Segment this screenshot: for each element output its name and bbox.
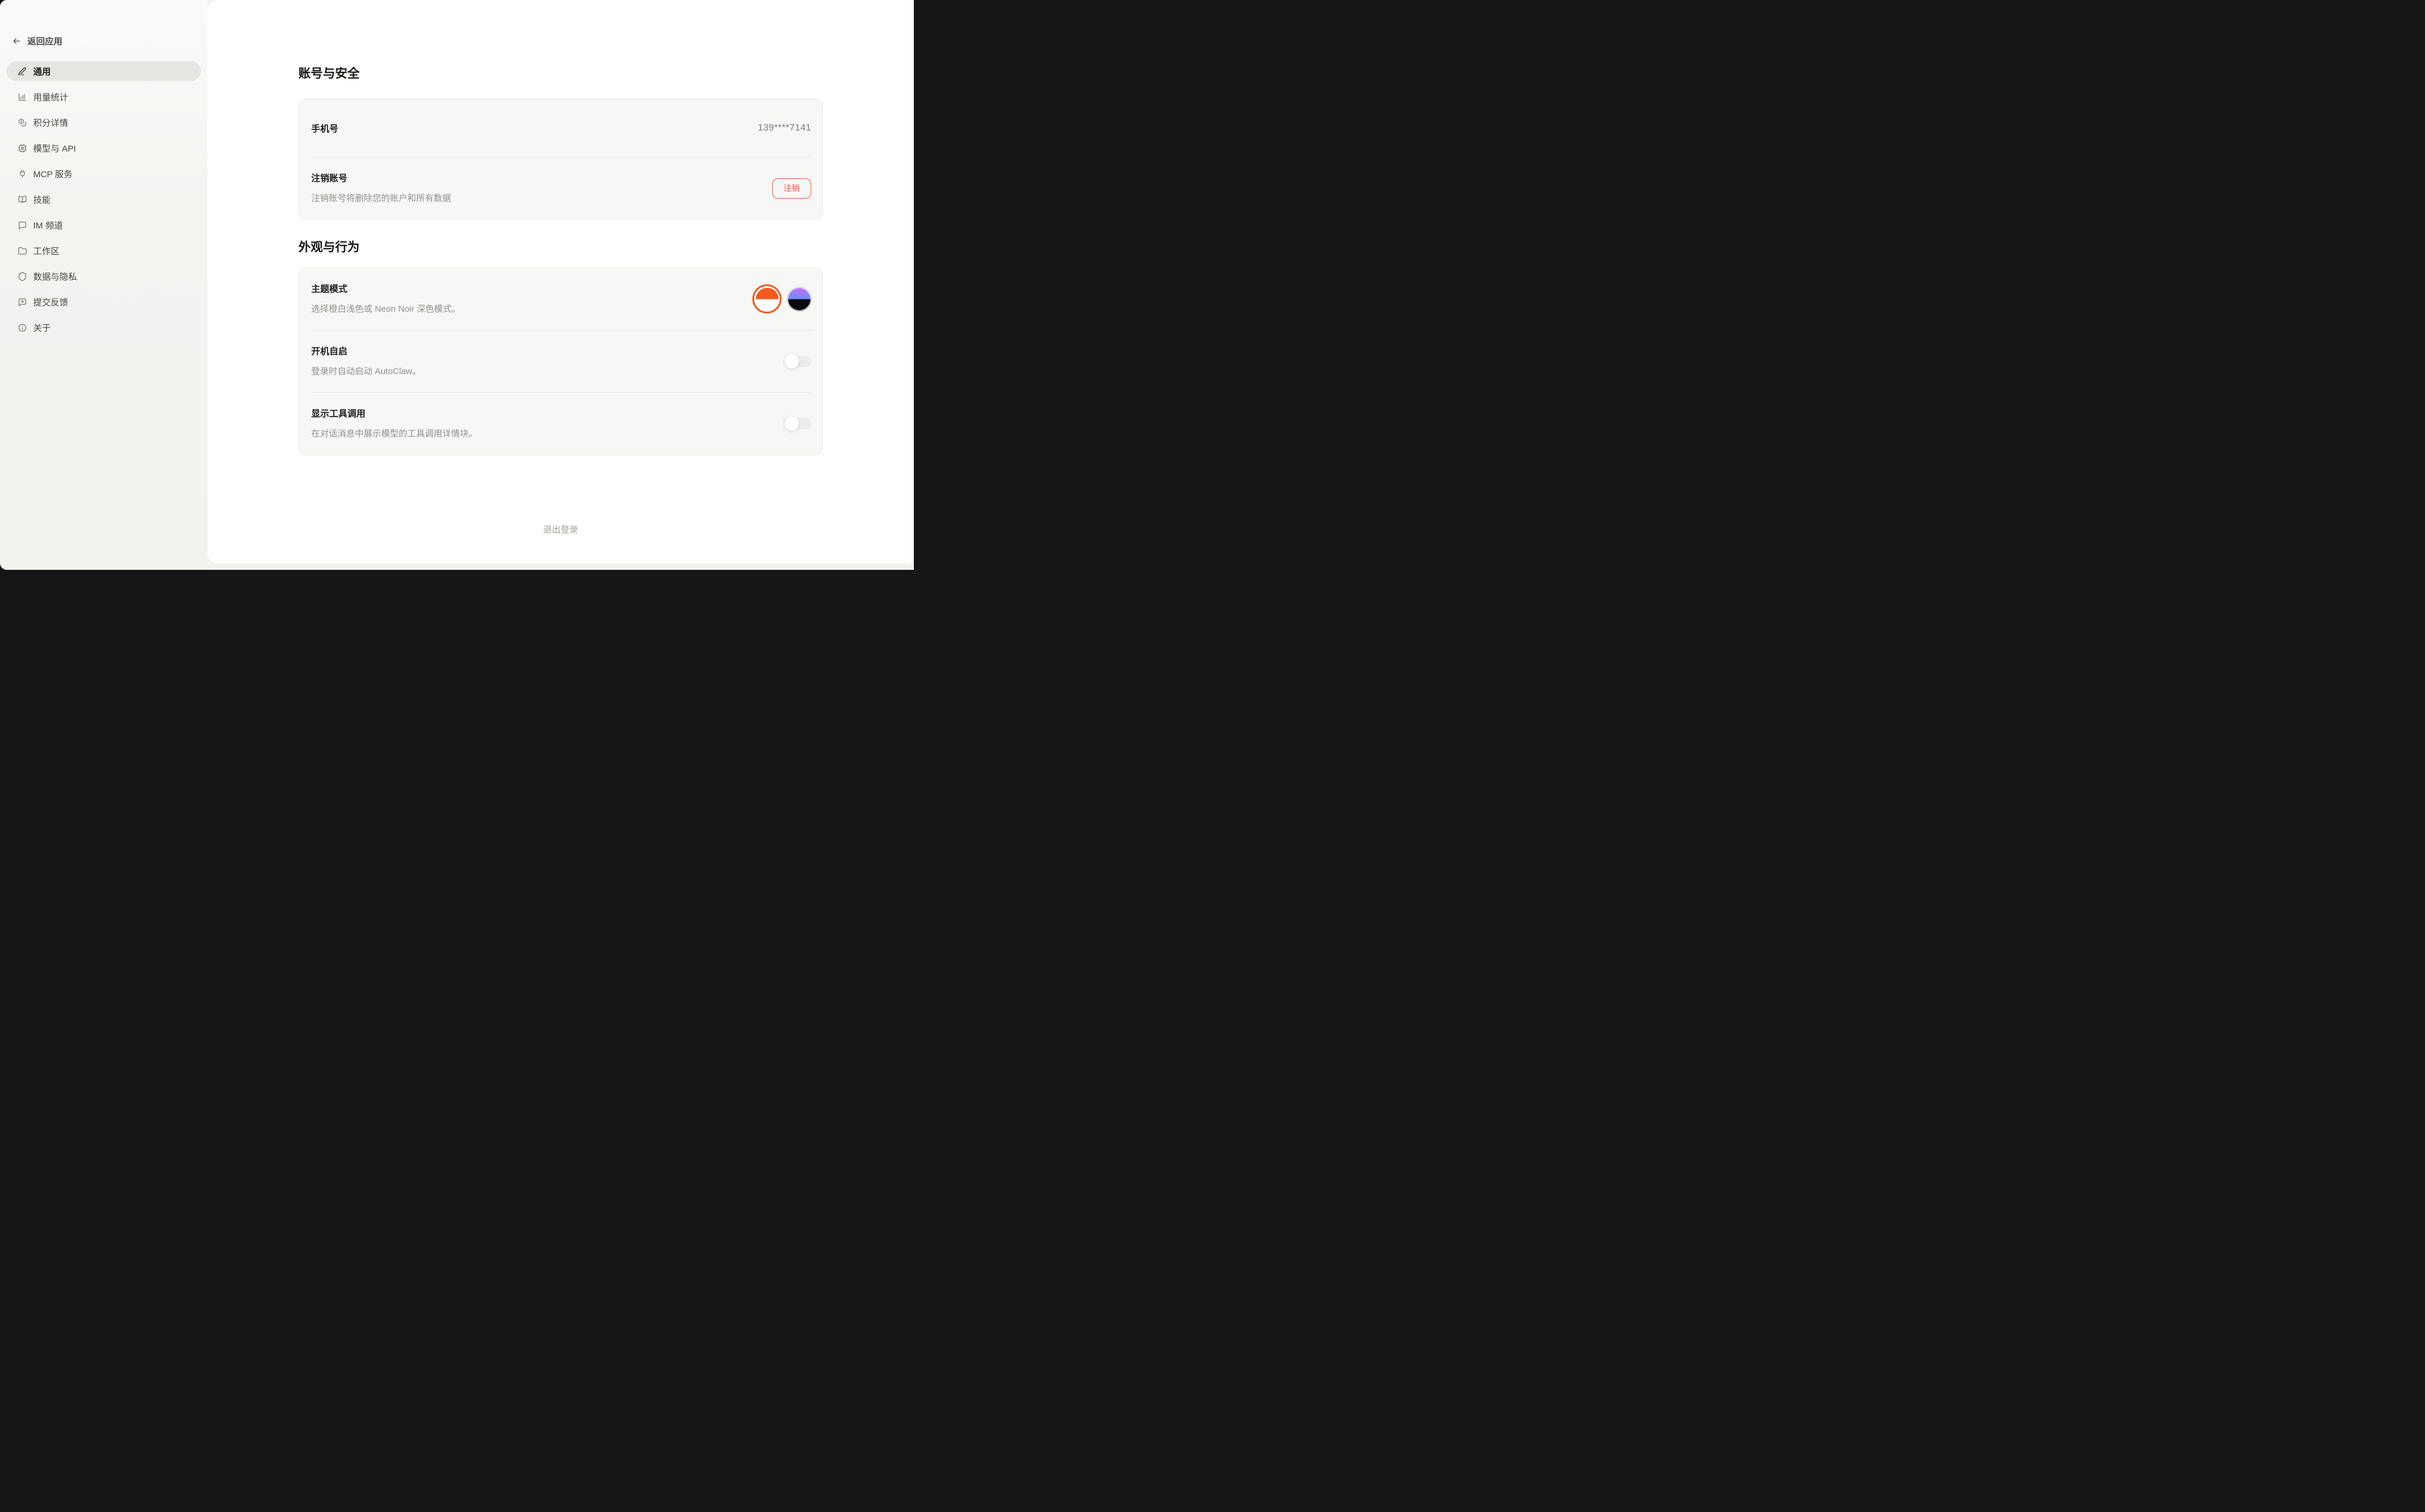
- plug-icon: [17, 169, 27, 179]
- sidebar-item-label: 通用: [33, 65, 51, 77]
- autostart-toggle[interactable]: [784, 355, 811, 367]
- show-tool-calls-toggle[interactable]: [784, 418, 811, 429]
- sidebar-item-label: IM 频道: [33, 219, 63, 231]
- phone-number-value: 139****7141: [758, 123, 811, 133]
- show-tool-calls-description: 在对话消息中展示模型的工具调用详情块。: [311, 427, 477, 439]
- delete-account-description: 注销账号将删除您的账户和所有数据: [311, 192, 451, 204]
- book-open-icon: [17, 195, 27, 205]
- toggle-knob[interactable]: [784, 417, 799, 431]
- autostart-description: 登录时自动启动 AutoClaw。: [311, 365, 421, 377]
- settings-panel: 账号与安全 手机号 139****7141 注销账号 注销账号将删除您的账户和所…: [207, 0, 914, 563]
- phone-number-row: 手机号 139****7141: [299, 99, 822, 157]
- info-icon: [17, 323, 27, 333]
- light-theme-swatch[interactable]: [752, 284, 782, 313]
- sidebar-item-usage-stats[interactable]: 用量统计: [6, 87, 201, 107]
- sidebar-item-label: 关于: [33, 322, 51, 334]
- sidebar-item-label: MCP 服务: [33, 168, 72, 180]
- arrow-left-icon: [12, 36, 22, 46]
- back-to-app-link[interactable]: 返回应用: [12, 35, 62, 47]
- sidebar-item-about[interactable]: 关于: [6, 318, 201, 337]
- sidebar-item-credits[interactable]: 积分详情: [6, 112, 201, 132]
- shield-icon: [17, 272, 27, 281]
- pencil-icon: [17, 66, 27, 76]
- logout-row: 退出登录: [298, 523, 823, 536]
- sidebar-item-label: 积分详情: [33, 117, 68, 129]
- sidebar-item-data-privacy[interactable]: 数据与隐私: [6, 266, 201, 286]
- sidebar-item-label: 模型与 API: [33, 142, 76, 154]
- sidebar-item-label: 技能: [33, 193, 51, 206]
- delete-account-button[interactable]: 注销: [772, 178, 811, 199]
- light-theme-swatch-fill: [756, 288, 779, 311]
- show-tool-calls-row: 显示工具调用 在对话消息中展示模型的工具调用详情块。: [299, 393, 822, 454]
- sidebar: 返回应用 通用 用量统计: [0, 0, 207, 570]
- sidebar-item-label: 用量统计: [33, 91, 68, 103]
- delete-account-label: 注销账号: [311, 171, 451, 184]
- show-tool-calls-label: 显示工具调用: [311, 407, 477, 420]
- settings-window: 返回应用 通用 用量统计: [0, 0, 914, 570]
- sidebar-item-skills[interactable]: 技能: [6, 189, 201, 209]
- chat-bubble-icon: [17, 220, 27, 230]
- sidebar-nav: 通用 用量统计 积分详情: [6, 61, 201, 337]
- appearance-card: 主题模式 选择橙白浅色或 Neon Noir 深色模式。 开机自启 登录时: [298, 267, 823, 455]
- theme-swatches: [752, 284, 811, 313]
- neon-noir-theme-swatch[interactable]: [787, 287, 811, 311]
- sidebar-item-im-channels[interactable]: IM 频道: [6, 215, 201, 235]
- bar-chart-icon: [17, 92, 27, 102]
- theme-mode-label: 主题模式: [311, 282, 460, 295]
- autostart-label: 开机自启: [311, 344, 421, 357]
- sidebar-item-feedback[interactable]: 提交反馈: [6, 292, 201, 312]
- sidebar-item-workspace[interactable]: 工作区: [6, 241, 201, 260]
- back-to-app-label: 返回应用: [27, 35, 62, 47]
- section-title-appearance-behavior: 外观与行为: [298, 239, 823, 256]
- message-plus-icon: [17, 297, 27, 307]
- sidebar-item-models-api[interactable]: 模型与 API: [6, 138, 201, 158]
- sidebar-item-label: 工作区: [33, 245, 59, 257]
- toggle-knob[interactable]: [784, 354, 799, 369]
- sidebar-item-general[interactable]: 通用: [6, 61, 201, 81]
- sidebar-item-mcp-services[interactable]: MCP 服务: [6, 164, 201, 184]
- theme-mode-description: 选择橙白浅色或 Neon Noir 深色模式。: [311, 302, 460, 315]
- logout-button[interactable]: 退出登录: [540, 523, 582, 536]
- sidebar-item-label: 数据与隐私: [33, 270, 77, 283]
- section-title-account-security: 账号与安全: [298, 65, 823, 82]
- account-card: 手机号 139****7141 注销账号 注销账号将删除您的账户和所有数据 注销: [298, 98, 823, 220]
- sidebar-item-label: 提交反馈: [33, 296, 68, 308]
- phone-number-label: 手机号: [311, 122, 339, 135]
- delete-account-row: 注销账号 注销账号将删除您的账户和所有数据 注销: [299, 157, 822, 219]
- autostart-row: 开机自启 登录时自动启动 AutoClaw。: [299, 330, 822, 392]
- folder-icon: [17, 246, 27, 256]
- cpu-icon: [17, 143, 27, 153]
- coins-icon: [17, 118, 27, 128]
- settings-content: 账号与安全 手机号 139****7141 注销账号 注销账号将删除您的账户和所…: [298, 0, 823, 536]
- theme-mode-row: 主题模式 选择橙白浅色或 Neon Noir 深色模式。: [299, 268, 822, 330]
